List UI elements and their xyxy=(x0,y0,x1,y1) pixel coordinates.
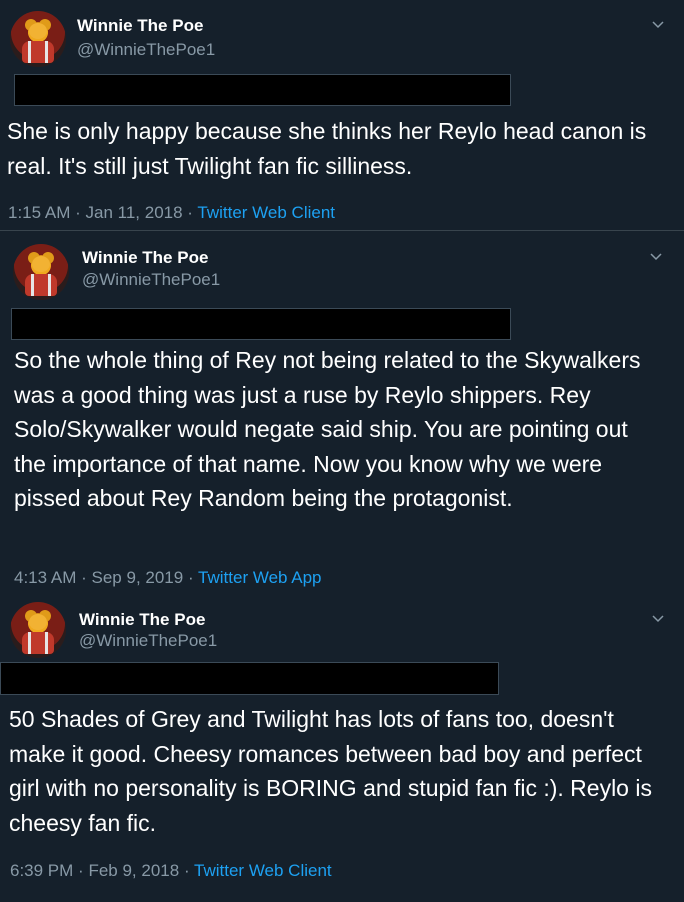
tweet-text: 50 Shades of Grey and Twilight has lots … xyxy=(9,706,652,836)
tweet-date[interactable]: Jan 11, 2018 xyxy=(86,203,183,222)
tweet-card[interactable]: Winnie The Poe @WinnieThePoe1 50 Shades … xyxy=(0,598,684,902)
chevron-down-icon[interactable] xyxy=(648,248,664,264)
author-name[interactable]: Winnie The Poe xyxy=(77,16,203,36)
redacted-reply-context xyxy=(11,308,511,340)
tweet-text: She is only happy because she thinks her… xyxy=(7,118,647,179)
avatar-strap xyxy=(28,632,48,654)
redacted-reply-context xyxy=(0,662,499,695)
tweet-time[interactable]: 1:15 AM xyxy=(8,203,70,222)
meta-separator: · xyxy=(183,861,190,880)
author-name[interactable]: Winnie The Poe xyxy=(82,248,208,268)
tweet-meta: 6:39 PM · Feb 9, 2018 · Twitter Web Clie… xyxy=(10,861,332,881)
tweet-source[interactable]: Twitter Web Client xyxy=(197,203,335,222)
author-handle[interactable]: @WinnieThePoe1 xyxy=(77,40,215,60)
avatar-face xyxy=(29,614,47,630)
avatar[interactable] xyxy=(10,602,66,658)
author-handle[interactable]: @WinnieThePoe1 xyxy=(79,631,217,651)
tweet-date[interactable]: Sep 9, 2019 xyxy=(92,568,184,587)
tweet-meta: 1:15 AM · Jan 11, 2018 · Twitter Web Cli… xyxy=(8,203,335,223)
tweet-meta: 4:13 AM · Sep 9, 2019 · Twitter Web App xyxy=(14,568,322,588)
avatar[interactable] xyxy=(10,11,66,67)
chevron-down-icon[interactable] xyxy=(650,16,666,32)
avatar-face xyxy=(32,256,50,272)
meta-separator: · xyxy=(75,203,81,222)
author-handle[interactable]: @WinnieThePoe1 xyxy=(82,270,220,290)
meta-separator: · xyxy=(187,568,194,587)
tweet-card[interactable]: Winnie The Poe @WinnieThePoe1 So the who… xyxy=(0,231,684,598)
tweet-source[interactable]: Twitter Web App xyxy=(198,568,321,587)
tweet-time[interactable]: 6:39 PM xyxy=(10,861,73,880)
tweet-time[interactable]: 4:13 AM xyxy=(14,568,76,587)
avatar-face xyxy=(29,23,47,39)
meta-separator: · xyxy=(78,861,84,880)
redacted-reply-context xyxy=(14,74,511,106)
avatar-strap xyxy=(28,41,48,63)
meta-separator: · xyxy=(187,203,193,222)
tweet-card[interactable]: Winnie The Poe @WinnieThePoe1 She is onl… xyxy=(0,0,684,230)
meta-separator: · xyxy=(81,568,87,587)
tweet-text: So the whole thing of Rey not being rela… xyxy=(14,347,641,511)
tweet-source[interactable]: Twitter Web Client xyxy=(194,861,332,880)
author-name[interactable]: Winnie The Poe xyxy=(79,610,205,630)
chevron-down-icon[interactable] xyxy=(650,610,666,626)
avatar-strap xyxy=(31,274,51,296)
avatar[interactable] xyxy=(13,244,69,300)
tweet-date[interactable]: Feb 9, 2018 xyxy=(88,861,179,880)
